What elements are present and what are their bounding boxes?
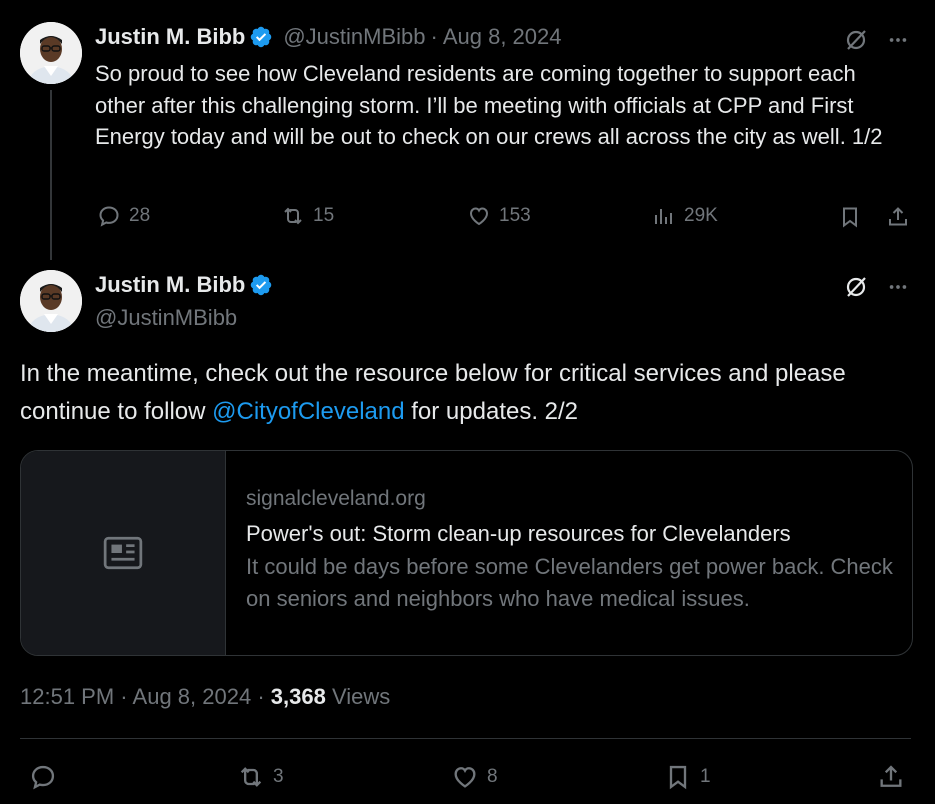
bookmark-icon (843, 207, 857, 228)
separator-dot: · (257, 684, 265, 709)
reply-icon (99, 206, 119, 227)
author-handle[interactable]: @JustinMBibb (283, 24, 425, 50)
bookmark-button[interactable]: 1 (664, 763, 711, 791)
reply-count: 28 (129, 205, 151, 226)
repost-icon (240, 767, 262, 787)
avatar[interactable] (20, 22, 82, 84)
tweet-meta: 12:51 PM · Aug 8, 2024 · 3,368 Views (20, 684, 390, 710)
author-handle[interactable]: @JustinMBibb (95, 305, 237, 331)
card-content: signalcleveland.org Power's out: Storm c… (226, 451, 912, 655)
avatar-image (20, 22, 82, 84)
tweet-date[interactable]: Aug 8, 2024 (133, 684, 252, 709)
divider (20, 738, 911, 739)
article-icon (103, 536, 143, 570)
separator-dot: · (430, 24, 438, 49)
heart-icon (469, 207, 489, 226)
analytics-icon (655, 209, 672, 224)
repost-button[interactable]: 3 (237, 763, 284, 791)
grok-icon[interactable] (842, 273, 870, 301)
author-name[interactable]: Justin M. Bibb (95, 24, 245, 50)
tweet1-text: So proud to see how Cleveland residents … (95, 61, 883, 149)
share-icon (880, 765, 902, 787)
thread-line (50, 90, 52, 260)
link-preview-card[interactable]: signalcleveland.org Power's out: Storm c… (20, 450, 913, 656)
share-icon (889, 207, 907, 226)
reply-button[interactable]: 28 (97, 204, 150, 228)
avatar-image (20, 270, 82, 332)
bookmark-count: 1 (700, 766, 711, 787)
share-button[interactable] (884, 203, 912, 231)
card-description: It could be days before some Clevelander… (246, 554, 893, 611)
tweet-time[interactable]: 12:51 PM (20, 684, 114, 709)
share-button[interactable] (876, 762, 906, 792)
verified-badge-icon[interactable] (249, 273, 273, 297)
repost-count: 3 (273, 766, 284, 787)
reply-button[interactable] (28, 762, 58, 792)
tweet2-text-after: for updates. 2/2 (404, 398, 579, 425)
grok-icon[interactable] (842, 26, 870, 54)
more-options-icon[interactable] (884, 273, 912, 301)
tweet-date[interactable]: Aug 8, 2024 (443, 24, 562, 50)
like-button[interactable]: 8 (451, 763, 498, 791)
separator-dot: · (120, 684, 128, 709)
reply-icon (31, 765, 55, 790)
tweet1-header: Justin M. Bibb @JustinMBibb · Aug 8, 202… (95, 24, 562, 50)
bookmark-button[interactable] (836, 203, 864, 231)
views-label: Views (331, 684, 391, 709)
bookmark-icon (669, 765, 687, 790)
tweet2-text: In the meantime, check out the resource … (20, 355, 910, 431)
more-options-icon[interactable] (884, 26, 912, 54)
heart-icon (454, 767, 476, 788)
repost-count: 15 (313, 205, 335, 226)
like-count: 8 (487, 766, 498, 787)
verified-badge-icon[interactable] (249, 25, 273, 49)
avatar[interactable] (20, 270, 82, 332)
repost-icon (284, 207, 302, 225)
views-button[interactable]: 29K (652, 204, 718, 228)
card-domain: signalcleveland.org (246, 487, 426, 510)
author-name[interactable]: Justin M. Bibb (95, 272, 245, 298)
like-count: 153 (499, 205, 531, 226)
mention-link[interactable]: @CityofCleveland (212, 398, 404, 425)
card-title: Power's out: Storm clean-up resources fo… (246, 521, 791, 546)
view-count: 29K (684, 205, 718, 226)
card-thumbnail[interactable] (21, 451, 226, 655)
like-button[interactable]: 153 (467, 204, 531, 228)
tweet2-header: Justin M. Bibb (95, 272, 273, 298)
views-count: 3,368 (270, 684, 326, 709)
repost-button[interactable]: 15 (281, 204, 334, 228)
